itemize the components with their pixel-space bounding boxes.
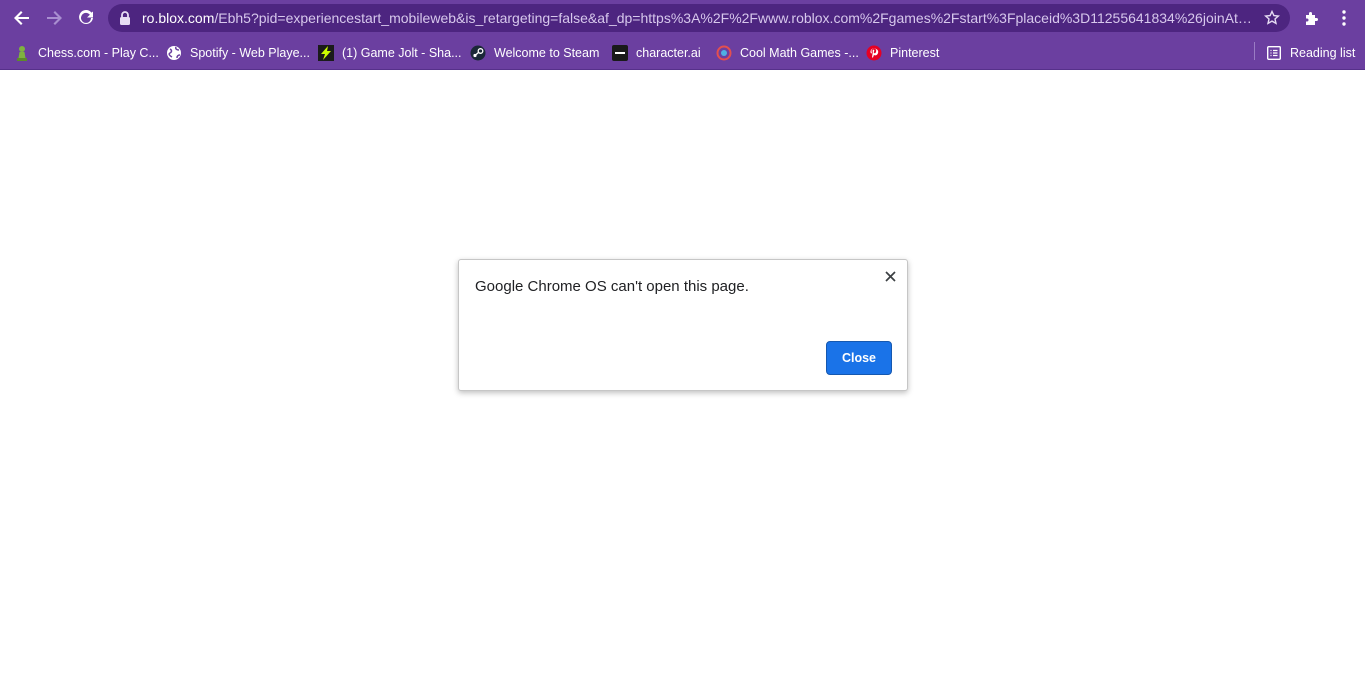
bookmark-star-icon[interactable] (1264, 10, 1280, 26)
url-text[interactable]: ro.blox.com/Ebh5?pid=experiencestart_mob… (142, 4, 1254, 32)
characterai-icon (612, 45, 628, 61)
bookmark-gamejolt[interactable]: (1) Game Jolt - Sha... (318, 42, 461, 64)
bookmark-label: (1) Game Jolt - Sha... (342, 46, 462, 60)
dialog-close-x-button[interactable] (881, 267, 899, 285)
back-arrow-icon (14, 11, 29, 25)
reload-button[interactable] (72, 4, 100, 32)
bookmark-pinterest[interactable]: Pinterest (866, 42, 939, 64)
bookmark-label: Spotify - Web Playe... (190, 46, 310, 60)
puzzle-icon (1306, 12, 1318, 25)
url-host: ro.blox.com (142, 10, 215, 26)
extensions-button[interactable] (1298, 4, 1326, 32)
bookmark-label: character.ai (636, 46, 701, 60)
bookmark-coolmath[interactable]: Cool Math Games -... (716, 42, 859, 64)
forward-arrow-icon (47, 11, 62, 25)
reload-icon (79, 10, 93, 25)
reading-list-button[interactable]: Reading list (1266, 42, 1355, 64)
bookmark-label: Chess.com - Play C... (38, 46, 159, 60)
protocol-error-dialog: Google Chrome OS can't open this page. C… (458, 259, 908, 391)
bookmarks-bar: Chess.com - Play C... Spotify - Web Play… (0, 36, 1365, 70)
back-button[interactable] (8, 4, 36, 32)
url-path: /Ebh5?pid=experiencestart_mobileweb&is_r… (214, 10, 1254, 26)
forward-button[interactable] (40, 4, 68, 32)
pawn-icon (14, 45, 30, 61)
address-bar[interactable]: ro.blox.com/Ebh5?pid=experiencestart_mob… (108, 4, 1290, 32)
pinterest-icon (866, 45, 882, 61)
bookmark-characterai[interactable]: character.ai (612, 42, 701, 64)
bookmarks-divider (1254, 42, 1255, 60)
bookmark-label: Cool Math Games -... (740, 46, 859, 60)
bookmark-spotify[interactable]: Spotify - Web Playe... (166, 42, 310, 64)
coolmath-icon (716, 45, 732, 61)
bookmark-chess[interactable]: Chess.com - Play C... (14, 42, 159, 64)
close-button[interactable]: Close (826, 341, 892, 375)
menu-button[interactable] (1330, 4, 1358, 32)
reading-list-label: Reading list (1290, 46, 1356, 60)
lock-icon[interactable] (119, 11, 131, 25)
kebab-menu-icon (1342, 10, 1346, 26)
bookmark-label: Pinterest (890, 46, 940, 60)
steam-icon (470, 45, 486, 61)
globe-icon (166, 45, 182, 61)
gamejolt-icon (318, 45, 334, 61)
close-icon (884, 270, 896, 282)
dialog-message: Google Chrome OS can't open this page. (475, 278, 749, 295)
browser-toolbar: ro.blox.com/Ebh5?pid=experiencestart_mob… (0, 0, 1365, 36)
bookmark-label: Welcome to Steam (494, 46, 600, 60)
bookmark-steam[interactable]: Welcome to Steam (470, 42, 599, 64)
reading-list-icon (1266, 45, 1282, 61)
